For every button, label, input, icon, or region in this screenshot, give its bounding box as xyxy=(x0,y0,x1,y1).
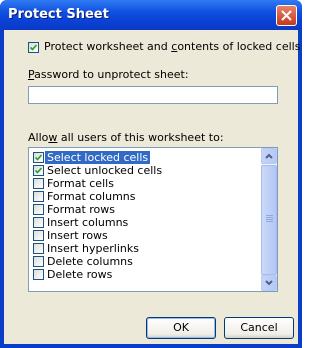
check-icon xyxy=(35,154,42,161)
permission-item[interactable]: Format columns xyxy=(30,190,260,203)
permission-checkbox[interactable] xyxy=(33,191,44,202)
close-icon xyxy=(281,10,292,21)
close-button[interactable] xyxy=(276,5,297,26)
permission-checkbox[interactable] xyxy=(33,217,44,228)
protect-worksheet-label[interactable]: Protect worksheet and contents of locked… xyxy=(44,40,300,53)
scroll-grip xyxy=(266,219,273,220)
permission-item[interactable]: Select locked cells xyxy=(30,151,260,164)
scroll-grip xyxy=(266,215,273,216)
scroll-thumb[interactable] xyxy=(261,165,277,275)
allow-users-label: Allow all users of this worksheet to: xyxy=(28,131,224,144)
permission-checkbox[interactable] xyxy=(33,178,44,189)
dialog-body: Protect worksheet and contents of locked… xyxy=(4,30,300,344)
chevron-down-icon xyxy=(265,280,273,286)
permission-label: Insert columns xyxy=(47,216,129,229)
permission-item[interactable]: Insert hyperlinks xyxy=(30,242,260,255)
permission-label: Delete rows xyxy=(47,268,113,281)
protect-sheet-dialog: Protect Sheet Protect worksheet and cont… xyxy=(0,0,302,348)
permission-checkbox[interactable] xyxy=(33,256,44,267)
permission-item[interactable]: Insert columns xyxy=(30,216,260,229)
allow-label-part: Allo xyxy=(28,131,49,144)
protect-label-part: ontents of locked cells xyxy=(177,40,301,53)
permission-label: Insert rows xyxy=(47,229,108,242)
scroll-grip xyxy=(266,221,273,222)
vertical-scrollbar[interactable] xyxy=(261,148,277,291)
permission-label: Insert hyperlinks xyxy=(47,242,139,255)
permission-item[interactable]: Format cells xyxy=(30,177,260,190)
permission-label: Format cells xyxy=(47,177,114,190)
permission-checkbox[interactable] xyxy=(33,152,44,163)
title-bar[interactable]: Protect Sheet xyxy=(0,0,302,30)
permission-label: Format rows xyxy=(47,203,115,216)
permission-label: Select locked cells xyxy=(45,151,151,164)
protect-worksheet-checkbox[interactable] xyxy=(28,42,39,53)
protect-label-part: Protect worksheet and xyxy=(44,40,172,53)
scroll-grip xyxy=(266,217,273,218)
dialog-title: Protect Sheet xyxy=(8,7,109,22)
scroll-down-button[interactable] xyxy=(261,275,277,291)
permission-checkbox[interactable] xyxy=(33,230,44,241)
allow-label-part: all users of this worksheet to: xyxy=(57,131,224,144)
permission-item[interactable]: Delete rows xyxy=(30,268,260,281)
cancel-button[interactable]: Cancel xyxy=(224,317,294,339)
permission-item[interactable]: Insert rows xyxy=(30,229,260,242)
permission-checkbox[interactable] xyxy=(33,269,44,280)
permission-checkbox[interactable] xyxy=(33,165,44,176)
permission-checkbox[interactable] xyxy=(33,204,44,215)
check-icon xyxy=(35,167,42,174)
permission-label: Select unlocked cells xyxy=(47,164,163,177)
permissions-list[interactable]: Delete rows Delete columns Insert hyperlin… xyxy=(28,147,278,292)
permission-label: Delete columns xyxy=(47,255,133,268)
check-icon xyxy=(30,44,37,51)
password-input[interactable] xyxy=(28,86,278,104)
permission-item[interactable]: Select unlocked cells xyxy=(30,164,260,177)
permission-checkbox[interactable] xyxy=(33,243,44,254)
chevron-up-icon xyxy=(265,153,273,159)
password-label: Password to unprotect sheet: xyxy=(28,68,189,81)
permission-item[interactable]: Delete columns xyxy=(30,255,260,268)
password-label-part: assword to unprotect sheet: xyxy=(34,68,189,81)
ok-button[interactable]: OK xyxy=(146,317,216,339)
scroll-up-button[interactable] xyxy=(261,148,277,164)
permission-label: Format columns xyxy=(47,190,136,203)
permission-item[interactable]: Format rows xyxy=(30,203,260,216)
